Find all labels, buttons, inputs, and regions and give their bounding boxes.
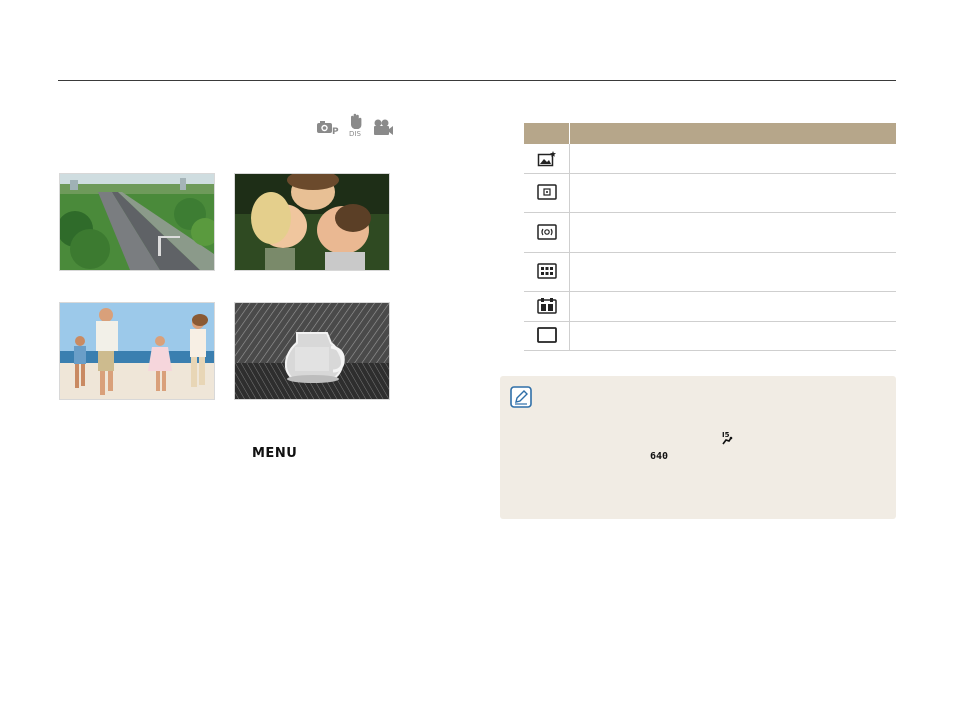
wide-frame-icon xyxy=(536,327,557,344)
center-af-icon xyxy=(536,223,557,240)
resolution-640-icon: 640 xyxy=(650,448,676,466)
table-row xyxy=(524,321,896,351)
camera-program-icon: P xyxy=(316,118,340,136)
spot-af-icon xyxy=(536,184,557,201)
photo-couple xyxy=(234,173,390,271)
svg-text:I5: I5 xyxy=(722,431,730,439)
sport-scene-icon: I5 xyxy=(720,430,734,451)
table-row xyxy=(524,173,896,213)
smart-face-af-icon xyxy=(537,149,557,166)
header-rule xyxy=(58,80,896,81)
svg-text:DIS: DIS xyxy=(349,130,361,136)
photo-highway xyxy=(59,173,215,271)
menu-key-label: MENU xyxy=(252,446,298,461)
note-pencil-icon xyxy=(510,386,532,413)
svg-text:640: 640 xyxy=(650,451,668,461)
dual-is-icon: DIS xyxy=(346,112,366,136)
photo-family xyxy=(59,302,215,400)
mode-icons: P DIS xyxy=(316,112,394,136)
table-row xyxy=(524,212,896,253)
table-row xyxy=(524,252,896,292)
multi-af-icon xyxy=(536,263,557,280)
table-row xyxy=(524,291,896,322)
table-header-icon-column xyxy=(524,123,570,144)
photo-sketch xyxy=(234,302,390,400)
movie-icon xyxy=(372,118,394,136)
table-header-row xyxy=(524,123,896,144)
tracking-af-icon xyxy=(536,297,557,314)
note-box: I5 640 xyxy=(500,376,896,519)
table-row xyxy=(524,144,896,174)
svg-text:P: P xyxy=(332,127,339,136)
af-area-options-table xyxy=(524,123,896,351)
table-header-description-column xyxy=(569,123,896,144)
